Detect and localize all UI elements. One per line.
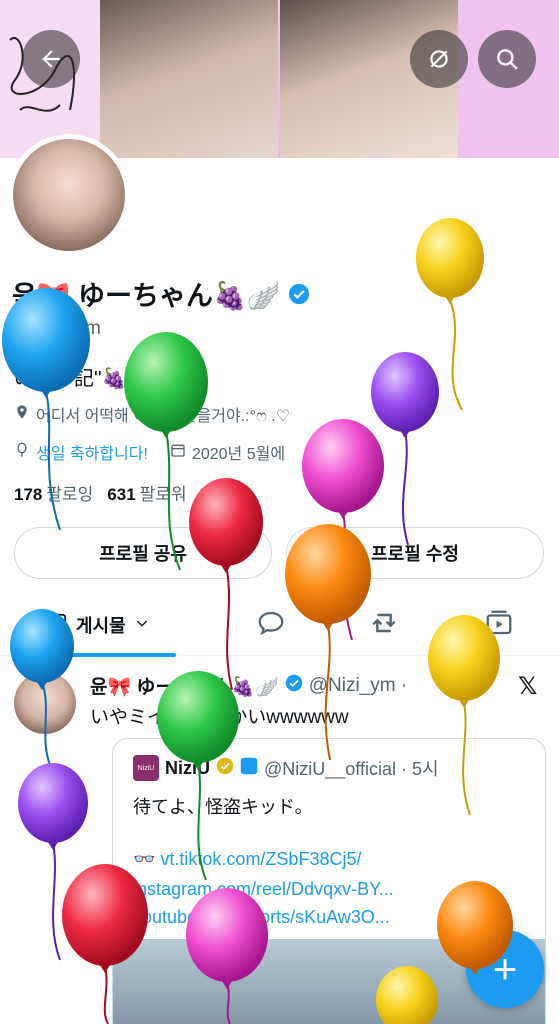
balloon-purple <box>371 352 439 546</box>
banner-photo-left <box>100 0 278 158</box>
chevron-down-icon <box>134 615 150 636</box>
followers-label: 팔로워 <box>139 485 187 504</box>
profile-avatar[interactable] <box>8 134 130 256</box>
post-author-handle: @Nizi_ym · <box>308 674 408 696</box>
active-tab-indicator <box>46 653 176 657</box>
reply-icon <box>256 608 286 643</box>
balloon-yellow <box>416 218 484 411</box>
location-row: 어디서 어떡해 이히를 찾을거야.:°ෆ .♡ <box>14 402 290 426</box>
tab-posts-label: 게시물 <box>76 616 126 636</box>
post-author-avatar[interactable] <box>14 672 76 734</box>
quote-text: 待てよ、怪盗キッド。 <box>133 797 313 817</box>
quote-link-youtube[interactable]: youtube.com/shorts/sKuAw3O... <box>133 907 390 928</box>
x-logo-icon: 𝕏 <box>518 673 538 700</box>
profile-tabs: 게시물 <box>0 594 559 657</box>
gold-badge-icon <box>216 757 234 780</box>
hide-button[interactable] <box>410 30 468 88</box>
video-icon <box>484 608 514 643</box>
search-button[interactable] <box>478 30 536 88</box>
tab-media[interactable] <box>484 594 514 656</box>
balloon-icon <box>14 442 30 463</box>
joined-date: 2020년 5월에 <box>191 446 286 463</box>
affiliate-badge-icon <box>240 757 258 780</box>
location-pin-icon <box>14 404 30 425</box>
search-icon <box>497 49 518 70</box>
repost-icon <box>368 607 400 644</box>
quote-header: NiziU NiziU @NiziU__official · 5시 <box>133 755 439 781</box>
following-link[interactable]: 178 팔로잉 <box>14 480 93 505</box>
verified-badge-icon <box>288 283 310 305</box>
profile-name: 윤🎀 ゆーちゃん🍇🪽 <box>12 281 281 311</box>
calendar-icon <box>170 442 186 463</box>
edit-profile-button[interactable]: 프로필 수정 <box>286 527 544 579</box>
following-count: 178 <box>14 485 43 504</box>
balloon-red <box>189 478 263 691</box>
verified-badge-icon <box>285 674 303 698</box>
quote-link-instagram[interactable]: instagram.com/reel/Ddvqxv-BY... <box>133 879 394 900</box>
eye-slash-icon <box>430 50 448 68</box>
following-label: 팔로잉 <box>46 485 94 504</box>
arrow-left-icon <box>42 50 60 68</box>
compose-button[interactable]: + <box>466 930 544 1008</box>
back-button[interactable] <box>22 30 80 88</box>
posts-icon <box>46 612 68 639</box>
quote-author-avatar: NiziU <box>133 755 159 781</box>
info-row: 생일 축하합니다! 2020년 5월에 <box>14 440 285 464</box>
followers-link[interactable]: 631 팔로워 <box>107 480 186 505</box>
tab-reposts[interactable] <box>368 594 400 656</box>
profile-handle: @Nizi_ym <box>14 318 101 339</box>
birthday-link[interactable]: 생일 축하합니다! <box>36 440 148 464</box>
quote-author-name: NiziU <box>165 757 210 778</box>
tab-replies[interactable] <box>256 594 286 656</box>
post-author-name[interactable]: 윤🎀 ゆーちゃん🍇🪽 <box>90 672 279 699</box>
post-text: いやミイ ドなんかいwwwwww <box>90 707 349 728</box>
plus-icon: + <box>492 945 518 992</box>
location-text: 어디서 어떡해 이히를 찾을거야.:°ෆ .♡ <box>36 408 291 425</box>
balloon-purple-2 <box>18 763 88 961</box>
follow-stats: 178 팔로잉 631 팔로워 <box>14 480 187 505</box>
profile-banner[interactable] <box>0 0 559 158</box>
followers-count: 631 <box>107 485 136 504</box>
quote-author-handle: @NiziU__official · 5시 <box>264 759 439 779</box>
profile-bio: のミイ記''🍇🖤 <box>14 368 152 390</box>
quote-link-tiktok[interactable]: 👓 vt.tiktok.com/ZSbF38Cj5/ <box>133 849 361 870</box>
profile-name-row: 윤🎀 ゆーちゃん🍇🪽 <box>12 274 310 313</box>
post-header: 윤🎀 ゆーちゃん🍇🪽 @Nizi_ym · <box>90 672 407 699</box>
tab-posts[interactable]: 게시물 <box>46 594 176 657</box>
share-profile-button[interactable]: 프로필 공유 <box>14 527 272 579</box>
